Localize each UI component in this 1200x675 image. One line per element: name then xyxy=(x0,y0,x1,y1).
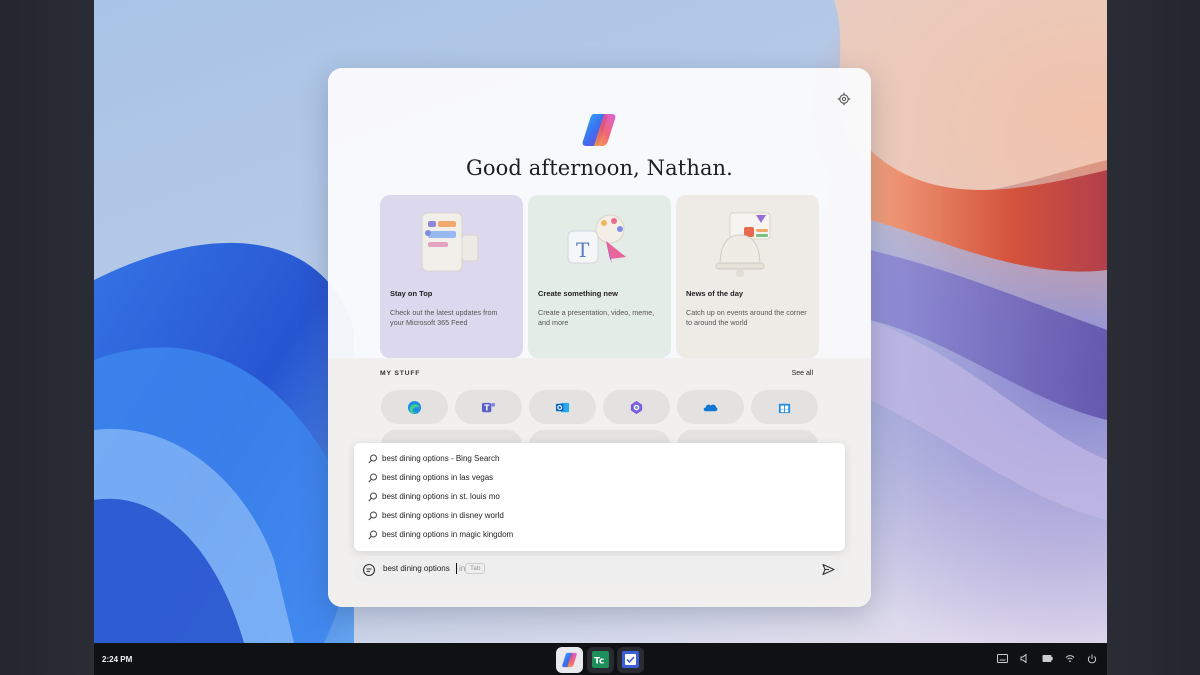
tab-key-hint: Tab xyxy=(465,563,486,574)
card-description: Create a presentation, video, meme, and … xyxy=(538,308,655,327)
loop-icon xyxy=(630,400,643,415)
greeting-title: Good afternoon, Nathan. xyxy=(466,156,733,180)
card-title: Stay on Top xyxy=(390,289,433,298)
taskbar-terminal-button[interactable]: Tc xyxy=(587,647,614,673)
keyboard-icon[interactable] xyxy=(997,654,1008,663)
svg-text:Tc: Tc xyxy=(594,657,604,667)
teams-icon: T xyxy=(481,402,496,412)
app-store-button[interactable] xyxy=(751,390,818,424)
suggestion-item[interactable]: best dining options in las vegas xyxy=(368,468,828,487)
create-illustration-icon: T xyxy=(567,214,626,264)
svg-text:T: T xyxy=(576,238,590,262)
feed-illustration-icon xyxy=(421,212,479,272)
taskbar-clock[interactable]: 2:24 PM xyxy=(102,655,132,664)
app-onedrive-button[interactable] xyxy=(677,390,744,424)
search-icon xyxy=(368,473,377,482)
settings-gear-icon[interactable] xyxy=(837,92,851,106)
suggestion-item[interactable]: best dining options in magic kingdom xyxy=(368,525,828,544)
taskbar-copilot-button[interactable] xyxy=(556,647,583,673)
taskbar-todo-button[interactable] xyxy=(617,647,644,673)
search-icon xyxy=(368,530,377,539)
onedrive-icon xyxy=(703,404,718,412)
store-icon xyxy=(778,403,791,414)
card-description: Check out the latest updates from your M… xyxy=(390,308,498,327)
send-icon[interactable] xyxy=(822,563,835,576)
suggestion-text: best dining options in st. louis mo xyxy=(382,492,500,501)
search-icon xyxy=(368,492,377,501)
card-title: News of the day xyxy=(686,289,744,298)
see-all-link[interactable]: See all xyxy=(792,370,813,377)
suggestions-dropdown: best dining options - Bing Search best d… xyxy=(354,443,845,551)
taskbar: 2:24 PM Tc xyxy=(94,643,1107,675)
suggestion-text: best dining options in magic kingdom xyxy=(382,530,514,539)
search-icon xyxy=(368,511,377,520)
card-title: Create something new xyxy=(538,289,619,298)
app-edge-button[interactable] xyxy=(381,390,448,424)
suggestion-item[interactable]: best dining options in disney world xyxy=(368,506,828,525)
svg-text:T: T xyxy=(484,403,490,412)
suggestion-text: best dining options - Bing Search xyxy=(382,454,500,463)
todo-app-icon xyxy=(622,651,639,668)
suggestion-text: best dining options in disney world xyxy=(382,511,504,520)
battery-icon[interactable] xyxy=(1042,654,1053,663)
search-icon xyxy=(368,454,377,463)
suggestion-item[interactable]: best dining options - Bing Search xyxy=(368,449,828,468)
copilot-panel: Good afternoon, Nathan. Stay on Top Chec… xyxy=(328,68,871,607)
chat-input-text[interactable]: best dining options xyxy=(383,564,450,573)
power-icon[interactable] xyxy=(1087,654,1097,664)
card-stay-on-top[interactable]: Stay on Top Check out the latest updates… xyxy=(380,195,523,358)
copilot-logo-icon xyxy=(582,114,616,146)
edge-icon xyxy=(407,400,422,415)
card-news-of-the-day[interactable]: News of the day Catch up on events aroun… xyxy=(676,195,819,358)
news-bell-illustration-icon xyxy=(715,212,771,277)
text-caret xyxy=(456,563,457,574)
my-stuff-heading: MY STUFF xyxy=(380,370,421,377)
outlook-icon xyxy=(555,402,570,413)
chat-input-bar[interactable]: best dining options in Tab xyxy=(354,556,845,583)
suggestion-item[interactable]: best dining options in st. louis mo xyxy=(368,487,828,506)
app-teams-button[interactable]: T xyxy=(455,390,522,424)
new-chat-icon[interactable] xyxy=(362,563,376,577)
app-outlook-button[interactable] xyxy=(529,390,596,424)
copilot-icon xyxy=(562,652,577,668)
card-create-something-new[interactable]: T Create something new Create a presenta… xyxy=(528,195,671,358)
suggestion-text: best dining options in las vegas xyxy=(382,473,494,482)
app-loop-button[interactable] xyxy=(603,390,670,424)
terminal-app-icon: Tc xyxy=(592,651,609,668)
card-description: Catch up on events around the corner to … xyxy=(686,308,807,327)
wifi-icon[interactable] xyxy=(1065,654,1075,663)
volume-icon[interactable] xyxy=(1020,654,1030,663)
